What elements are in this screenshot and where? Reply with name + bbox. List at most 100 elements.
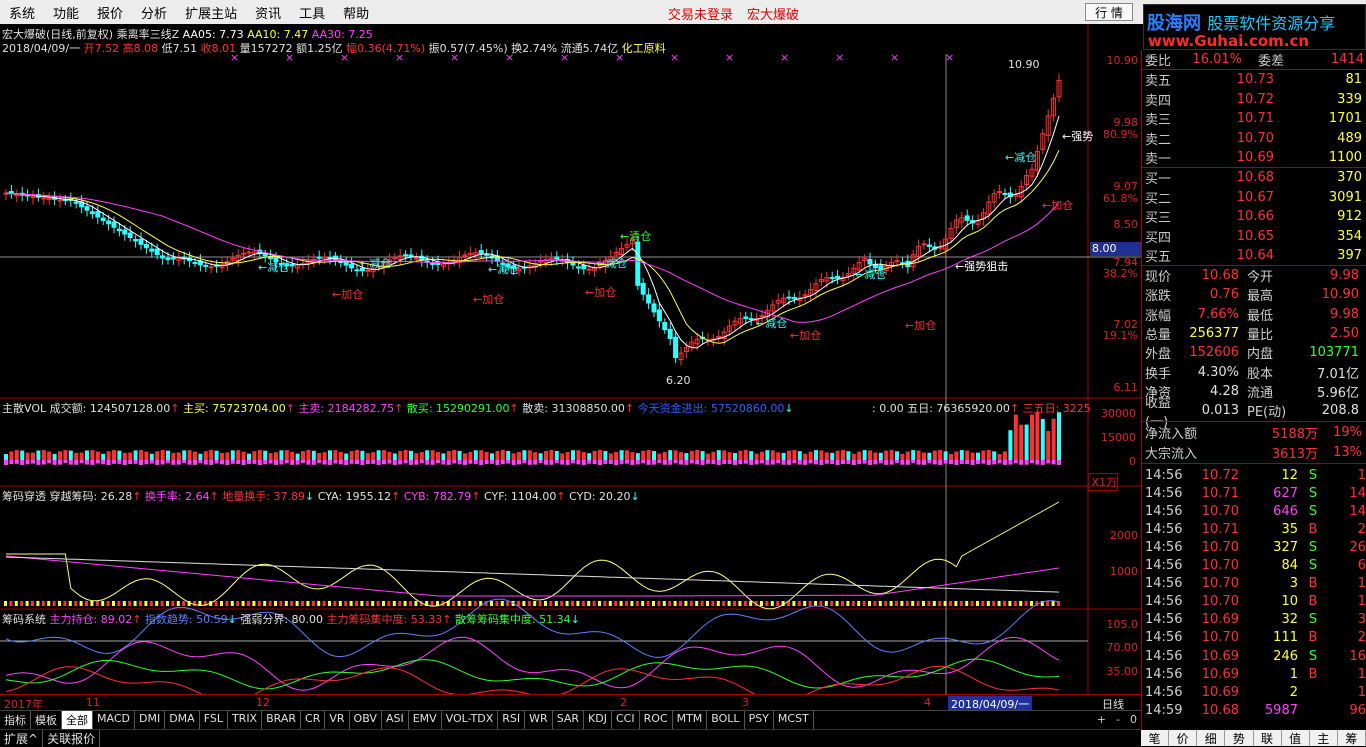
menu-item-4[interactable]: 扩展主站 (176, 3, 246, 22)
candle-body (106, 220, 112, 225)
indicator-tab[interactable]: 指标 (0, 711, 31, 729)
volume-bar-sub (965, 460, 970, 464)
indicator-tab[interactable]: MACD (93, 711, 135, 729)
chip-bar (214, 601, 218, 606)
zoom-control[interactable]: 0 (1130, 713, 1137, 726)
indicator-tab[interactable]: BOLL (707, 711, 745, 729)
stat-value-2: 9.98 (1330, 306, 1359, 322)
indicator-tab[interactable]: RSI (498, 711, 526, 729)
volume-bar-sub (922, 460, 926, 465)
kline-chart-area[interactable]: × × × × × × × × × × × × × × 10.90 6.20 ←强势 ←强势狙击 ←清仓 ←减仓 ←减仓… (0, 24, 1141, 694)
volume-bar-sub (808, 460, 813, 464)
tick-price: 10.72 (1201, 467, 1239, 483)
chip-bar (328, 601, 331, 606)
indicator-tab[interactable]: KDJ (584, 711, 612, 729)
indicator-tab[interactable]: FSL (200, 711, 228, 729)
volume-bar-sub (765, 460, 770, 465)
chart-canvas[interactable]: × × × × × × × × × × × × × ×10.906.20←强势←强势狙击←清仓←减仓 ←减仓… (0, 24, 1141, 694)
volume-bar-sub (970, 460, 975, 465)
menu-item-6[interactable]: 工具 (290, 3, 334, 22)
indicator-tab[interactable]: ROC (640, 711, 673, 729)
right-tab[interactable]: 价 (1169, 730, 1198, 746)
volume-bar (457, 450, 462, 460)
indicator-tab[interactable]: DMA (165, 711, 200, 729)
signal-clear: ←清仓 (620, 229, 651, 243)
quote-mode-button[interactable]: 行 情 (1085, 3, 1133, 21)
volume-bar-sub (835, 460, 840, 465)
chip-bar (333, 601, 337, 606)
indicator-tab[interactable]: MTM (673, 711, 708, 729)
indicator-tab[interactable]: SAR (553, 711, 585, 729)
chip-bar (1046, 601, 1050, 606)
tick-count: 6 (1357, 558, 1366, 573)
right-tab[interactable]: 主 (1310, 730, 1338, 746)
menu-item-3[interactable]: 分析 (132, 3, 176, 22)
right-tab[interactable]: 势 (1225, 730, 1254, 746)
quote-low: 低7.51 (161, 42, 198, 55)
indicator-tab[interactable]: 模板 (31, 711, 62, 729)
indicator-tab[interactable]: VR (325, 711, 350, 729)
indicator-tab[interactable]: PSY (745, 711, 774, 729)
quote-sector[interactable]: 化工原料 (622, 42, 666, 55)
indicator-tab[interactable]: ASI (382, 711, 409, 729)
volume-bar (20, 450, 25, 460)
indicator-tab[interactable]: WR (525, 711, 553, 729)
volume-bar (230, 450, 235, 460)
chip-bar (274, 601, 277, 606)
menu-item-5[interactable]: 资讯 (246, 3, 290, 22)
indicator-tab[interactable]: DMI (135, 711, 166, 729)
tick-count: 2 (1357, 630, 1366, 646)
volume-bar (598, 450, 602, 460)
indicator-tab[interactable]: MCST (774, 711, 814, 729)
volume-bar (1030, 414, 1034, 460)
stat-value: 152606 (1189, 345, 1239, 361)
signal-reduce: ←减仓 (360, 256, 391, 270)
volume-bar (58, 451, 62, 460)
indicator-tab[interactable]: CCI (612, 711, 640, 729)
indicator-tab[interactable]: EMV (409, 711, 442, 729)
indicator-tab[interactable]: BRAR (262, 711, 302, 729)
bottom-tab[interactable]: 关联报价 (43, 729, 101, 747)
tick-volume: 246 (1273, 648, 1298, 664)
volume-bar (841, 450, 845, 460)
bottom-tab[interactable]: 扩展^ (0, 729, 44, 747)
zoom-control[interactable]: - (1116, 713, 1120, 726)
bottom-bar: 扩展^ 关联报价 (0, 729, 1141, 747)
quote-date: 2018/04/09/一 (2, 42, 81, 55)
zoom-control[interactable]: + (1097, 713, 1106, 726)
menu-item-0[interactable]: 系统 (0, 3, 44, 22)
indicator-tab[interactable]: TRIX (228, 711, 263, 729)
indicator-tab[interactable]: 全部 (62, 711, 93, 729)
tick-side: B (1308, 630, 1318, 646)
menu-item-7[interactable]: 帮助 (334, 3, 378, 22)
login-status[interactable]: 交易未登录 (668, 4, 733, 23)
indicator-tab[interactable]: OBV (350, 711, 382, 729)
indicator-tab[interactable]: VOL-TDX (442, 711, 499, 729)
chip-bar (468, 601, 472, 606)
volume-bar (225, 452, 230, 460)
candle-body (829, 277, 835, 280)
tick-count: 1 (1357, 467, 1366, 483)
volume-bar-sub (463, 460, 467, 465)
right-tab[interactable]: 细 (1197, 730, 1226, 746)
candle-body (835, 275, 841, 279)
ask-row: 卖五 10.73 81 (1142, 70, 1366, 89)
menu-item-2[interactable]: 报价 (88, 3, 132, 22)
menu-item-1[interactable]: 功能 (44, 3, 88, 22)
indicator-tab[interactable]: CR (301, 711, 326, 729)
volume-bar (203, 451, 208, 460)
chip-bar (954, 601, 958, 606)
chip-bar (1013, 601, 1017, 606)
volume-bar (943, 451, 948, 460)
stat-label: 涨跌 (1145, 289, 1172, 305)
right-tab[interactable]: 筹 (1338, 730, 1366, 746)
chip-bar (247, 601, 250, 606)
right-tab[interactable]: 值 (1282, 730, 1310, 746)
volume-bar (922, 452, 926, 460)
candle-body (149, 248, 155, 252)
volume-bar (749, 451, 754, 460)
volume-bar-sub (479, 460, 484, 465)
right-tab[interactable]: 笔 (1141, 730, 1170, 746)
right-tab[interactable]: 联 (1254, 730, 1282, 746)
volume-bar (641, 450, 646, 460)
